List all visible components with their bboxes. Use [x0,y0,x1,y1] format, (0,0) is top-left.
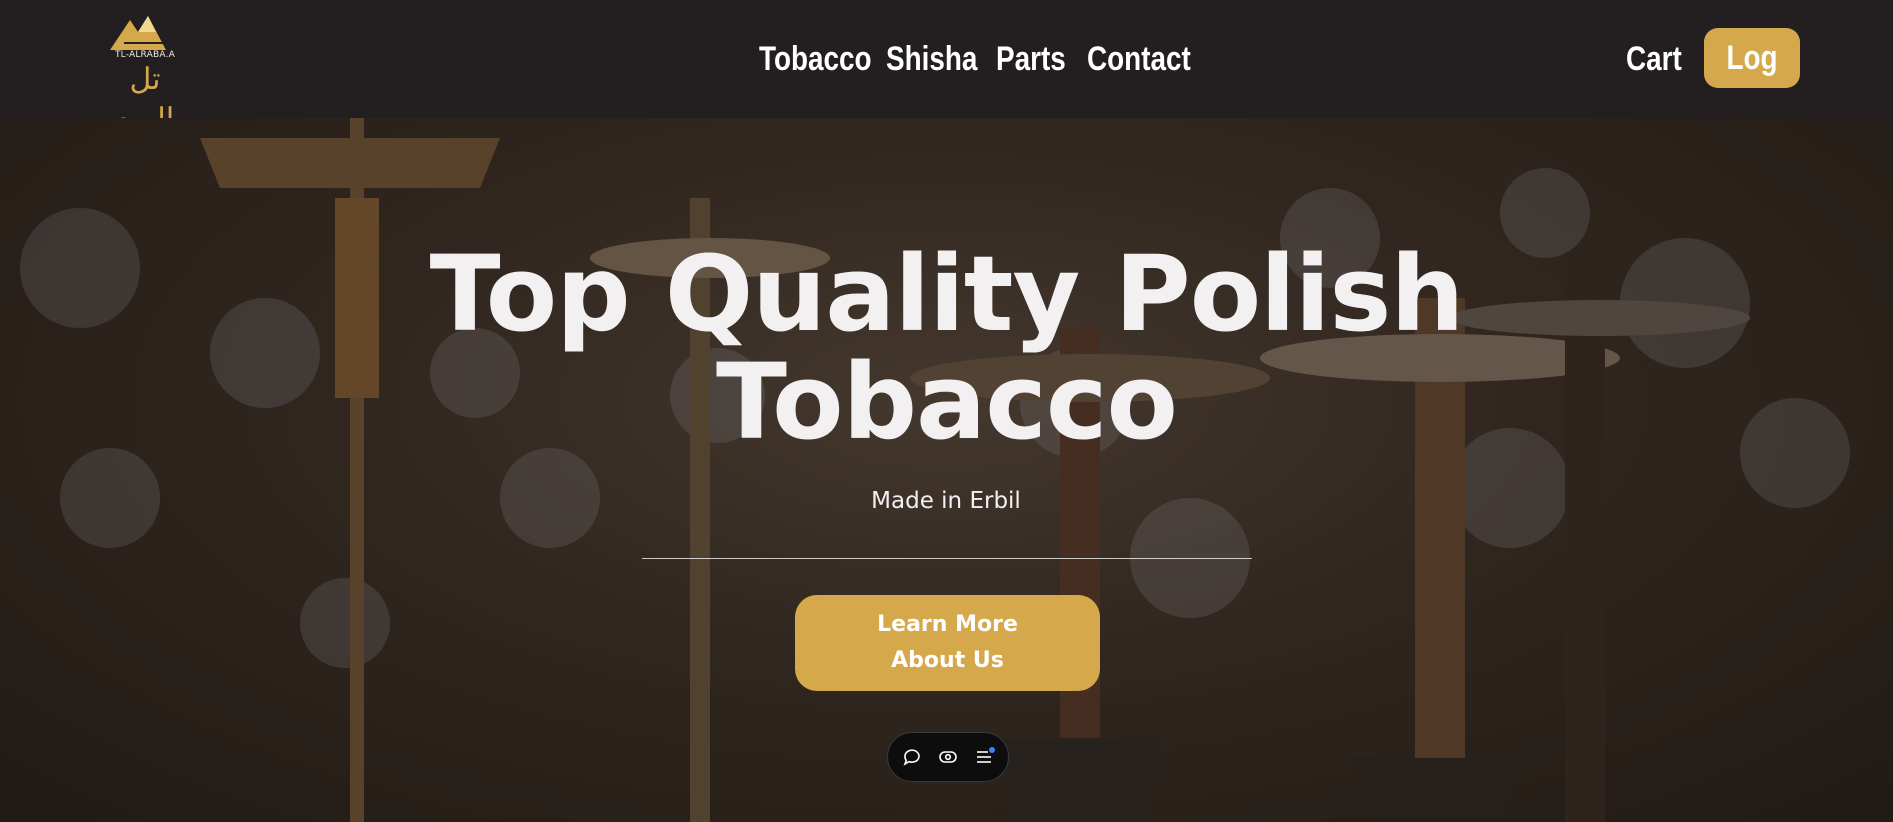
main-nav: Tobacco Shisha Parts Contact [759,34,1197,84]
cta-line2: About Us [891,648,1004,673]
navbar: TL-ALRABA.A تل الربع Tobacco Shisha Part… [0,0,1893,137]
brand-logo[interactable]: TL-ALRABA.A تل الربع [108,12,182,137]
nav-contact[interactable]: Contact [1087,34,1191,84]
nav-tobacco[interactable]: Tobacco [759,34,872,84]
comment-icon[interactable] [900,745,924,769]
headline-line1: Top Quality Polish [429,233,1465,355]
headline-line2: Tobacco [716,341,1178,463]
nav-parts[interactable]: Parts [996,34,1066,84]
hero-subtitle: Made in Erbil [871,488,1021,514]
cta-line1: Learn More [877,612,1018,637]
view-icon[interactable] [936,745,960,769]
hero-overlay [0,118,1893,822]
cart-link[interactable]: Cart [1626,34,1682,84]
learn-more-button[interactable]: Learn More About Us [795,595,1100,691]
notification-dot [989,747,995,753]
hero-section: Top Quality Polish Tobacco Made in Erbil… [0,118,1893,822]
login-button[interactable]: Log in [1704,28,1800,88]
brand-latin-name: TL-ALRABA.A [114,50,175,60]
hero-headline: Top Quality Polish Tobacco [420,240,1473,456]
login-label: Log in [1726,39,1778,77]
nav-shisha[interactable]: Shisha [886,34,977,84]
floating-toolbar [887,732,1009,782]
menu-icon[interactable] [972,745,996,769]
hero-divider [642,558,1252,559]
mountain-icon [110,16,166,50]
